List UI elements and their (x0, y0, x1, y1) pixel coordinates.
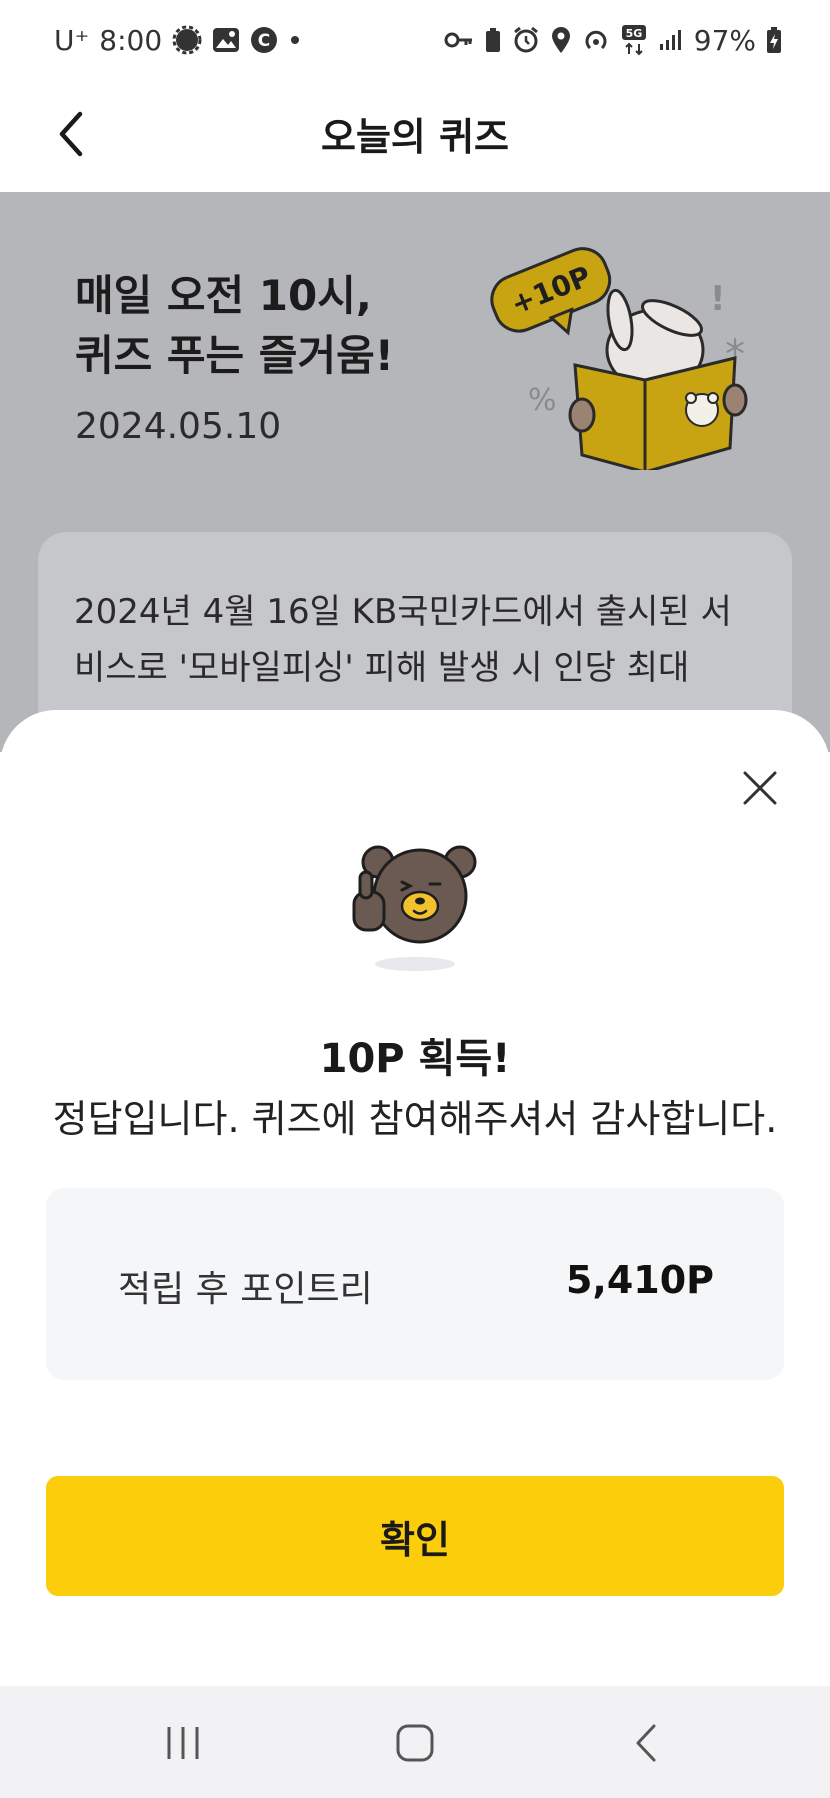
question-line2: 비스로 '모바일피싱' 피해 발생 시 인당 최대 (74, 648, 690, 688)
clock: 8:00 (99, 23, 163, 57)
result-bottom-sheet: 10P 획득! 정답입니다. 퀴즈에 참여해주셔서 감사합니다. 적립 후 포인… (0, 710, 830, 1686)
reading-rabbit-illustration: +10P ! * % (490, 247, 748, 470)
status-bar: U⁺ 8:00 C 5G 97% (0, 0, 830, 80)
nav-back-button[interactable] (602, 1708, 692, 1778)
network-5g-icon: 5G (620, 24, 648, 56)
quiz-background: 매일 오전 10시, 퀴즈 푸는 즐거움! 2024.05.10 +10P ! … (0, 192, 830, 792)
battery-percent: 97% (693, 23, 756, 57)
page-title: 오늘의 퀴즈 (320, 115, 510, 159)
dot-icon (288, 33, 302, 47)
recent-apps-icon (167, 1727, 199, 1759)
points-label: 적립 후 포인트리 (118, 1269, 373, 1310)
close-icon (743, 771, 777, 805)
close-button[interactable] (736, 764, 784, 812)
nav-back-icon (636, 1724, 656, 1762)
gallery-icon (212, 27, 240, 53)
battery-charging-icon (766, 26, 782, 54)
svg-text:!: ! (710, 279, 726, 319)
confirm-button[interactable]: 확인 (46, 1476, 784, 1596)
recent-apps-button[interactable] (138, 1708, 228, 1778)
battery-saver-icon (484, 27, 502, 53)
status-right: 5G 97% (444, 24, 782, 57)
key-icon (444, 30, 474, 50)
network-label: 5G (625, 27, 642, 40)
signal-icon (658, 28, 684, 52)
location-icon (550, 26, 572, 54)
c-app-icon: C (250, 26, 278, 54)
settings-gear-icon (172, 25, 202, 55)
question-line1: 2024년 4월 16일 KB국민카드에서 출시된 서 (74, 592, 732, 632)
system-nav-bar (0, 1686, 830, 1798)
svg-text:C: C (258, 31, 270, 51)
hero-title-line2: 퀴즈 푸는 즐거움! (75, 331, 394, 380)
quiz-date: 2024.05.10 (75, 406, 282, 447)
bear-thumbs-up-icon (352, 845, 477, 971)
home-icon (396, 1724, 434, 1762)
hotspot-icon (582, 27, 610, 53)
home-button[interactable] (370, 1708, 460, 1778)
alarm-icon (512, 26, 540, 54)
hero-title-line1: 매일 오전 10시, (75, 271, 372, 320)
app-header: 오늘의 퀴즈 (0, 80, 830, 192)
svg-text:%: % (528, 383, 557, 418)
points-value: 5,410P (565, 1258, 714, 1302)
reward-message: 정답입니다. 퀴즈에 참여해주셔서 감사합니다. (52, 1097, 778, 1141)
status-left: U⁺ 8:00 C (54, 24, 302, 57)
reward-title: 10P 획득! (319, 1036, 511, 1082)
points-summary: 적립 후 포인트리 5,410P (46, 1188, 784, 1380)
hero-title: 매일 오전 10시, 퀴즈 푸는 즐거움! (75, 266, 394, 386)
carrier-label: U⁺ (54, 23, 90, 57)
